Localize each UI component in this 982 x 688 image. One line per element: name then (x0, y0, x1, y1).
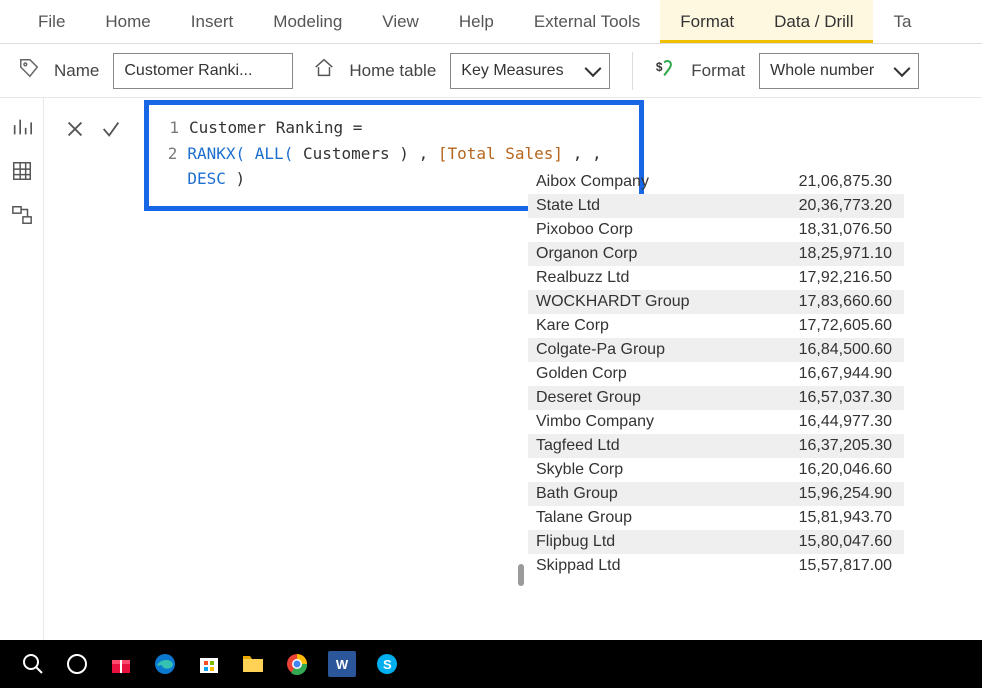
table-row[interactable]: Bath Group 15,96,254.90 (528, 482, 904, 506)
tab-insert[interactable]: Insert (171, 0, 254, 43)
table-row[interactable]: Realbuzz Ltd 17,92,216.50 (528, 266, 904, 290)
tab-home[interactable]: Home (85, 0, 170, 43)
company-value: 15,57,817.00 (799, 557, 892, 575)
home-table-select[interactable]: Key Measures (450, 53, 610, 89)
company-name: Skyble Corp (536, 461, 623, 479)
edge-icon[interactable] (152, 651, 178, 677)
company-value: 15,80,047.60 (799, 533, 892, 551)
sidebar (0, 98, 44, 640)
table-row[interactable]: Flipbug Ltd 15,80,047.60 (528, 530, 904, 554)
home-table-label: Home table (349, 61, 436, 81)
tab-more[interactable]: Ta (873, 0, 931, 43)
table-row[interactable]: Kare Corp 17,72,605.60 (528, 314, 904, 338)
company-name: Tagfeed Ltd (536, 437, 620, 455)
store-gift-icon[interactable] (108, 651, 134, 677)
table-row[interactable]: Deseret Group 16,57,037.30 (528, 386, 904, 410)
cancel-formula-button[interactable] (62, 116, 88, 142)
table-row[interactable]: Organon Corp 18,25,971.10 (528, 242, 904, 266)
windows-taskbar: W S (0, 640, 982, 688)
tab-modeling[interactable]: Modeling (253, 0, 362, 43)
company-name: Deseret Group (536, 389, 641, 407)
canvas: 1 Customer Ranking = 2 RANKX( ALL( Custo… (44, 98, 982, 640)
word-icon[interactable]: W (328, 651, 356, 677)
company-name: Vimbo Company (536, 413, 654, 431)
line-number: 1 (161, 115, 179, 141)
company-name: State Ltd (536, 197, 600, 215)
company-name: Skippad Ltd (536, 557, 621, 575)
company-value: 18,31,076.50 (799, 221, 892, 239)
company-value: 21,06,875.30 (799, 173, 892, 191)
table-row[interactable]: Aibox Company 21,06,875.30 (528, 170, 904, 194)
company-name: Bath Group (536, 485, 618, 503)
company-value: 16,44,977.30 (799, 413, 892, 431)
line-number: 2 (161, 141, 177, 192)
company-name: Kare Corp (536, 317, 609, 335)
format-icon: $ (655, 57, 677, 84)
table-row[interactable]: Pixoboo Corp 18,31,076.50 (528, 218, 904, 242)
model-view-icon[interactable] (11, 204, 33, 226)
table-row[interactable]: WOCKHARDT Group 17,83,660.60 (528, 290, 904, 314)
tab-file[interactable]: File (18, 0, 85, 43)
company-name: WOCKHARDT Group (536, 293, 690, 311)
separator (632, 52, 633, 90)
scrollbar-thumb[interactable] (518, 564, 524, 586)
report-view-icon[interactable] (11, 116, 33, 138)
home-icon (313, 57, 335, 84)
company-name: Pixoboo Corp (536, 221, 633, 239)
company-value: 16,20,046.60 (799, 461, 892, 479)
formula-line-1: Customer Ranking = (189, 115, 362, 141)
company-name: Organon Corp (536, 245, 637, 263)
company-name: Golden Corp (536, 365, 627, 383)
company-value: 17,92,216.50 (799, 269, 892, 287)
skype-icon[interactable]: S (374, 651, 400, 677)
format-label: Format (691, 61, 745, 81)
tab-view[interactable]: View (362, 0, 439, 43)
chrome-icon[interactable] (284, 651, 310, 677)
table-row[interactable]: Skippad Ltd 15,57,817.00 (528, 554, 904, 578)
tab-external-tools[interactable]: External Tools (514, 0, 660, 43)
svg-text:$: $ (656, 60, 663, 74)
svg-text:S: S (383, 657, 392, 672)
company-value: 20,36,773.20 (799, 197, 892, 215)
cortana-icon[interactable] (64, 651, 90, 677)
table-row[interactable]: Colgate-Pa Group 16,84,500.60 (528, 338, 904, 362)
table-row[interactable]: Golden Corp 16,67,944.90 (528, 362, 904, 386)
company-value: 17,72,605.60 (799, 317, 892, 335)
company-value: 16,57,037.30 (799, 389, 892, 407)
tab-help[interactable]: Help (439, 0, 514, 43)
company-name: Realbuzz Ltd (536, 269, 629, 287)
search-icon[interactable] (20, 651, 46, 677)
company-name: Flipbug Ltd (536, 533, 615, 551)
data-view-icon[interactable] (11, 160, 33, 182)
company-name: Aibox Company (536, 173, 649, 191)
property-bar: Name Home table Key Measures $ Format Wh… (0, 44, 982, 98)
table-row[interactable]: Tagfeed Ltd 16,37,205.30 (528, 434, 904, 458)
tab-data-drill[interactable]: Data / Drill (754, 0, 873, 43)
company-value: 18,25,971.10 (799, 245, 892, 263)
table-row[interactable]: Talane Group 15,81,943.70 (528, 506, 904, 530)
name-input[interactable] (113, 53, 293, 89)
commit-formula-button[interactable] (98, 116, 124, 142)
tab-format[interactable]: Format (660, 0, 754, 43)
ms-store-icon[interactable] (196, 651, 222, 677)
company-name: Talane Group (536, 509, 632, 527)
format-select[interactable]: Whole number (759, 53, 919, 89)
company-name: Colgate-Pa Group (536, 341, 665, 359)
company-value: 16,37,205.30 (799, 437, 892, 455)
company-value: 16,84,500.60 (799, 341, 892, 359)
data-table[interactable]: Aibox Company 21,06,875.30 State Ltd 20,36,… (528, 170, 904, 578)
company-value: 17,83,660.60 (799, 293, 892, 311)
tag-icon (18, 57, 40, 84)
table-row[interactable]: Vimbo Company 16,44,977.30 (528, 410, 904, 434)
company-value: 16,67,944.90 (799, 365, 892, 383)
file-explorer-icon[interactable] (240, 651, 266, 677)
table-row[interactable]: State Ltd 20,36,773.20 (528, 194, 904, 218)
company-value: 15,96,254.90 (799, 485, 892, 503)
ribbon-tabs: File Home Insert Modeling View Help Exte… (0, 0, 982, 44)
table-row[interactable]: Skyble Corp 16,20,046.60 (528, 458, 904, 482)
name-label: Name (54, 61, 99, 81)
company-value: 15,81,943.70 (799, 509, 892, 527)
